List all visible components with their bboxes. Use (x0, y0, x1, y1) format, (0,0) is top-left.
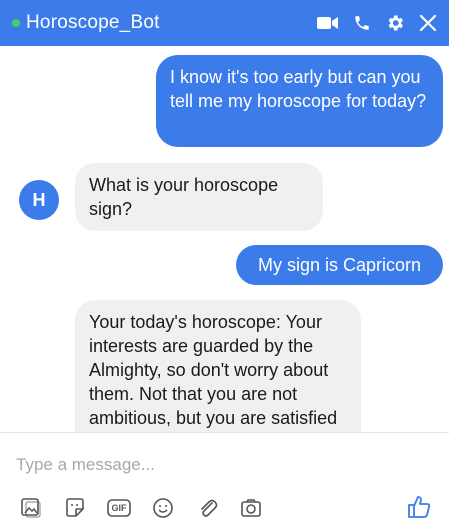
composer: GIF (0, 433, 449, 526)
header-actions (317, 13, 437, 33)
online-status-dot (12, 19, 20, 27)
phone-icon[interactable] (353, 14, 371, 32)
chat-header: Horoscope_Bot (0, 0, 449, 46)
user-message: I know it's too early but can you tell m… (156, 55, 443, 147)
attachment-icon[interactable] (192, 493, 222, 523)
gif-icon[interactable]: GIF (104, 493, 134, 523)
camera-icon[interactable] (236, 493, 266, 523)
message-list[interactable]: I know it's too early but can you tell m… (0, 46, 449, 432)
emoji-icon[interactable] (148, 493, 178, 523)
bot-message: Your today's horoscope: Your interests a… (75, 300, 361, 432)
gif-label: GIF (111, 503, 127, 513)
sticker-icon[interactable] (60, 493, 90, 523)
video-icon[interactable] (317, 15, 339, 31)
image-icon[interactable] (16, 493, 46, 523)
bot-avatar: H (19, 180, 59, 220)
user-message: My sign is Capricorn (236, 245, 443, 285)
bot-message: What is your horoscope sign? (75, 163, 323, 231)
thumbs-up-icon[interactable] (403, 491, 435, 523)
gear-icon[interactable] (385, 13, 405, 33)
message-input[interactable] (16, 451, 426, 479)
composer-toolbar: GIF (16, 493, 266, 523)
chat-title: Horoscope_Bot (26, 12, 160, 33)
close-icon[interactable] (419, 14, 437, 32)
